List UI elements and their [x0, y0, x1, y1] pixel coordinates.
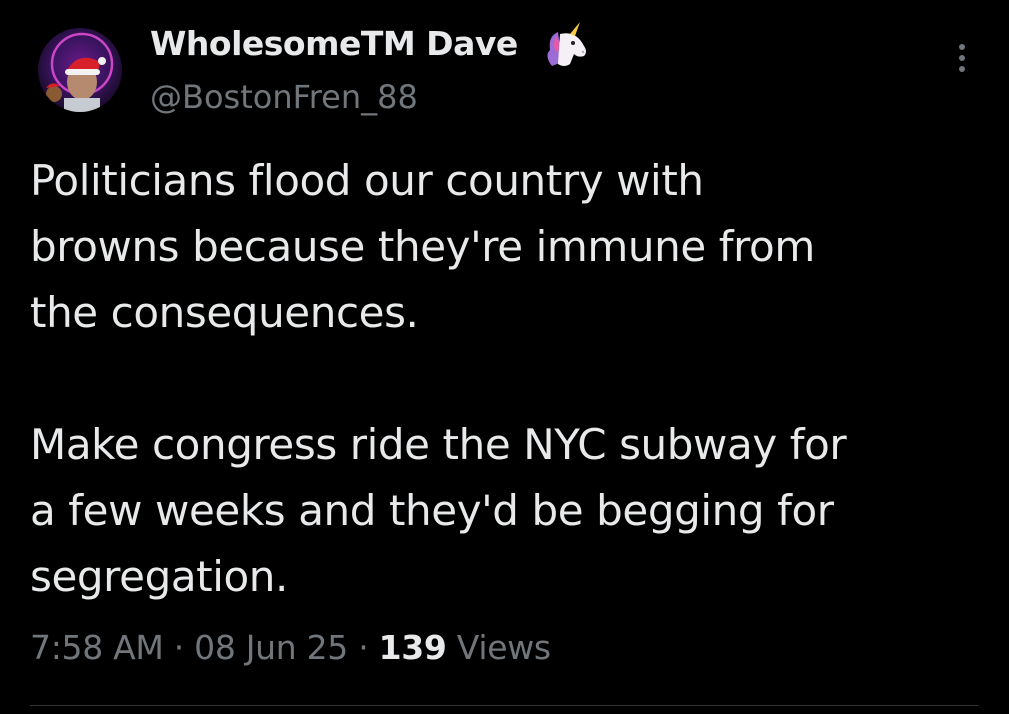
divider [30, 705, 979, 706]
tweet-line: segregation. [30, 552, 288, 601]
avatar-image [38, 28, 122, 112]
tweet-paragraph-1: Politicians flood our country with brown… [30, 148, 990, 346]
handle[interactable]: @BostonFren_88 [150, 78, 418, 116]
tweet-date[interactable]: 08 Jun 25 [194, 628, 348, 667]
meta-separator: · [358, 628, 369, 667]
tweet-line: Politicians flood our country with [30, 156, 704, 205]
views-count[interactable]: 139 [379, 628, 447, 667]
tweet-line: the consequences. [30, 288, 419, 337]
avatar[interactable] [38, 28, 122, 112]
tweet-time[interactable]: 7:58 AM [30, 628, 164, 667]
more-options-icon[interactable] [948, 44, 976, 84]
tweet-line: browns because they're immune from [30, 222, 815, 271]
unicorn-icon [540, 22, 592, 72]
tweet-line: a few weeks and they'd be begging for [30, 486, 834, 535]
tweet-line: Make congress ride the NYC subway for [30, 420, 847, 469]
meta-separator: · [173, 628, 185, 667]
views-label[interactable]: Views [457, 628, 551, 667]
tweet-meta: 7:58 AM · 08 Jun 25 · 139 Views [30, 628, 551, 667]
tweet-paragraph-2: Make congress ride the NYC subway for a … [30, 412, 990, 610]
tweet: WholesomeTM Dave @BostonFren_88 Politici… [0, 0, 1009, 714]
display-name[interactable]: WholesomeTM Dave [150, 24, 518, 63]
